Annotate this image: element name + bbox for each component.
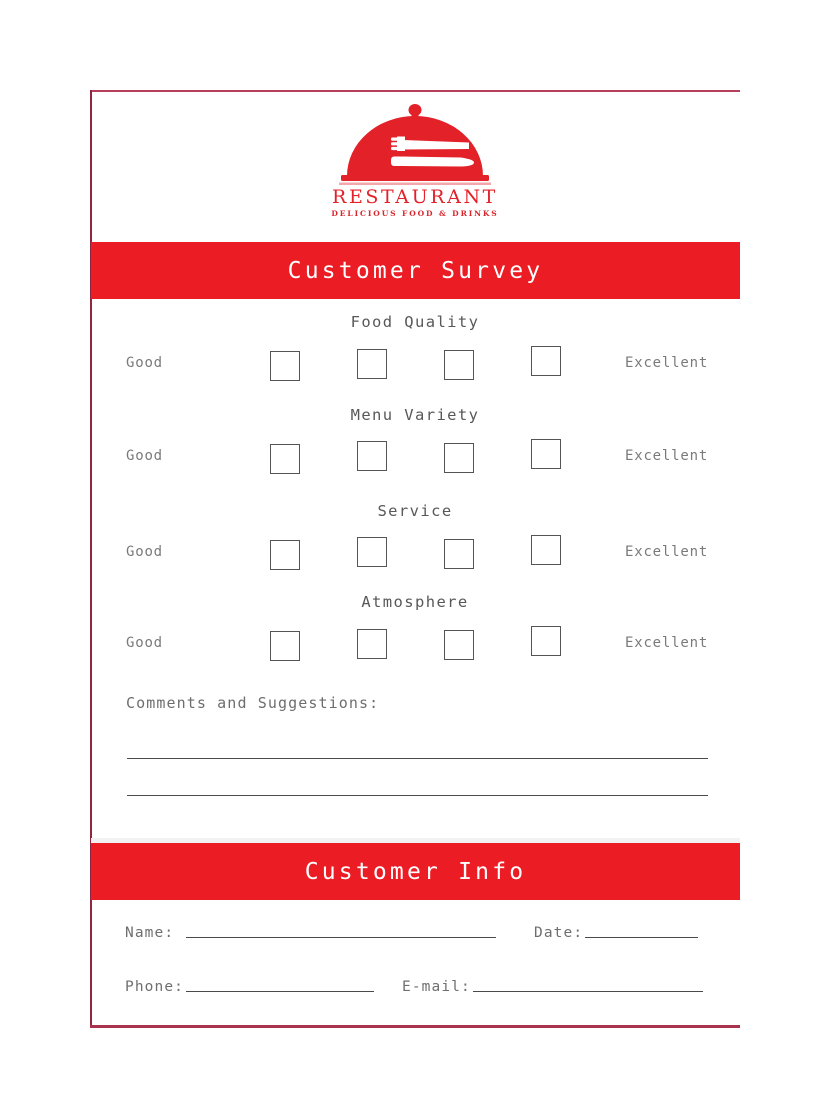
rating-row: Good Excellent bbox=[90, 626, 740, 668]
comments-line[interactable] bbox=[127, 758, 708, 760]
rating-title: Menu Variety bbox=[350, 406, 480, 424]
scale-label-low: Good bbox=[126, 635, 163, 651]
scale-label-low: Good bbox=[126, 544, 163, 560]
rating-title: Food Quality bbox=[350, 313, 480, 331]
sheet-border-bottom bbox=[90, 1025, 740, 1028]
restaurant-logo: RESTAURANT DELICIOUS FOOD & DRINKS bbox=[90, 90, 740, 240]
rating-group-service: Service Good Excellent bbox=[90, 502, 740, 586]
scale-label-low: Good bbox=[126, 448, 163, 464]
name-field-label: Name: bbox=[125, 925, 175, 941]
scale-label-high: Excellent bbox=[625, 355, 709, 371]
phone-field[interactable]: Phone: bbox=[125, 979, 374, 995]
rating-row: Good Excellent bbox=[90, 439, 740, 481]
date-field-label: Date: bbox=[534, 925, 584, 941]
phone-field-rule[interactable] bbox=[185, 990, 374, 992]
logo-wordmark: RESTAURANT bbox=[332, 186, 498, 208]
scale-label-high: Excellent bbox=[625, 448, 709, 464]
rating-checkbox[interactable] bbox=[270, 631, 300, 661]
scale-label-high: Excellent bbox=[625, 544, 709, 560]
cloche-dome-with-fork-and-knife-icon bbox=[339, 104, 491, 185]
date-field-rule[interactable] bbox=[585, 936, 699, 938]
logo-tagline: DELICIOUS FOOD & DRINKS bbox=[331, 209, 499, 218]
rating-checkbox[interactable] bbox=[357, 441, 387, 471]
survey-form-sheet: RESTAURANT DELICIOUS FOOD & DRINKS Custo… bbox=[90, 90, 740, 1028]
scale-label-low: Good bbox=[126, 355, 163, 371]
name-field[interactable]: Name: bbox=[125, 925, 497, 941]
email-field[interactable]: E-mail: bbox=[402, 979, 703, 995]
customer-survey-banner: Customer Survey bbox=[91, 242, 740, 299]
rating-title: Atmosphere bbox=[361, 593, 469, 611]
email-field-label: E-mail: bbox=[402, 979, 471, 995]
rating-row: Good Excellent bbox=[90, 346, 740, 388]
rating-group-menu-variety: Menu Variety Good Excellent bbox=[90, 406, 740, 490]
rating-checkbox[interactable] bbox=[357, 349, 387, 379]
rating-checkbox[interactable] bbox=[444, 539, 474, 569]
rating-checkbox[interactable] bbox=[270, 351, 300, 381]
rating-checkbox[interactable] bbox=[531, 346, 561, 376]
rating-checkbox[interactable] bbox=[357, 537, 387, 567]
rating-checkbox[interactable] bbox=[270, 444, 300, 474]
rating-checkbox[interactable] bbox=[444, 630, 474, 660]
rating-checkbox[interactable] bbox=[531, 626, 561, 656]
email-field-rule[interactable] bbox=[472, 990, 703, 992]
rating-row: Good Excellent bbox=[90, 535, 740, 577]
rating-checkbox[interactable] bbox=[444, 443, 474, 473]
rating-checkbox[interactable] bbox=[531, 439, 561, 469]
rating-checkbox[interactable] bbox=[531, 535, 561, 565]
rating-title: Service bbox=[377, 502, 453, 520]
phone-field-label: Phone: bbox=[125, 979, 184, 995]
rating-group-food-quality: Food Quality Good Excellent bbox=[90, 313, 740, 397]
comments-line[interactable] bbox=[127, 795, 708, 797]
name-field-rule[interactable] bbox=[186, 936, 497, 938]
rating-checkbox[interactable] bbox=[357, 629, 387, 659]
customer-info-banner: Customer Info bbox=[91, 843, 740, 900]
comments-label: Comments and Suggestions: bbox=[126, 694, 380, 712]
rating-checkbox[interactable] bbox=[444, 350, 474, 380]
rating-checkbox[interactable] bbox=[270, 540, 300, 570]
date-field[interactable]: Date: bbox=[534, 925, 699, 941]
rating-group-atmosphere: Atmosphere Good Excellent bbox=[90, 593, 740, 677]
scale-label-high: Excellent bbox=[625, 635, 709, 651]
